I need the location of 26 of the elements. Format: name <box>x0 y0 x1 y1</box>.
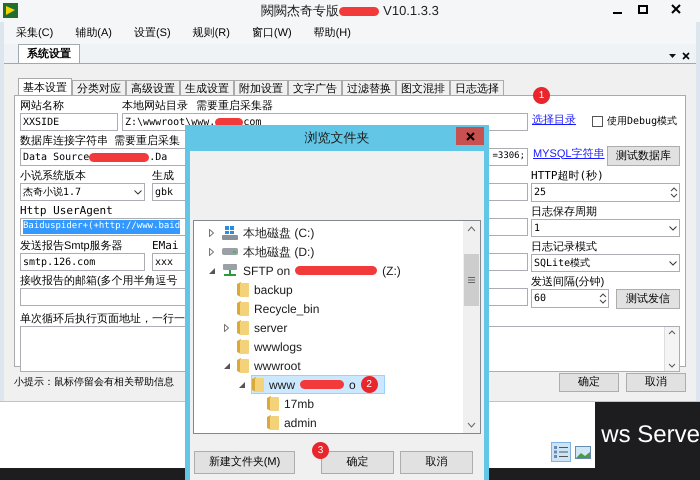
number-badge: 2 <box>360 376 378 393</box>
dialog-title: 浏览文件夹 <box>304 129 370 148</box>
number-badge: 3 <box>312 442 329 459</box>
field-label: 需要重启采集 <box>114 134 180 148</box>
field-label: 本地网站目录 <box>122 99 188 113</box>
field-label: 接收报告的邮箱(多个用半角逗号 <box>20 274 178 288</box>
selected-text: Baiduspider+(+http://www.baid <box>23 220 180 234</box>
field-label: EMai <box>152 239 178 253</box>
version-text: V10.1.3.3 <box>383 2 439 20</box>
field-label: 数据库连接字符串 <box>20 134 108 148</box>
field-label: 发送报告Smtp服务器 <box>20 239 123 253</box>
field-label: 网站名称 <box>20 99 64 113</box>
field-label: Http UserAgent <box>20 204 113 218</box>
field-label: 日志保存周期 <box>531 205 597 219</box>
field-label: 发送间隔(分钟) <box>531 275 604 289</box>
window-title: 闕闕杰奇专版 <box>261 2 340 20</box>
desktop-brand-text: ws Serve <box>601 420 700 450</box>
field-label: 生成 <box>152 169 174 183</box>
checkbox-label: 使用Debug模式 <box>607 114 678 129</box>
hint-text: 小提示：鼠标停留会有相关帮助信息 <box>14 376 174 390</box>
number-badge: 1 <box>533 87 550 104</box>
field-label: 需要重启采集器 <box>196 99 273 113</box>
field-label: 小说系统版本 <box>20 169 86 183</box>
field-label: 单次循环后执行页面地址，一行一 <box>20 312 185 326</box>
field-label: 日志记录模式 <box>531 240 597 254</box>
field-label: HTTP超时(秒) <box>531 169 604 183</box>
